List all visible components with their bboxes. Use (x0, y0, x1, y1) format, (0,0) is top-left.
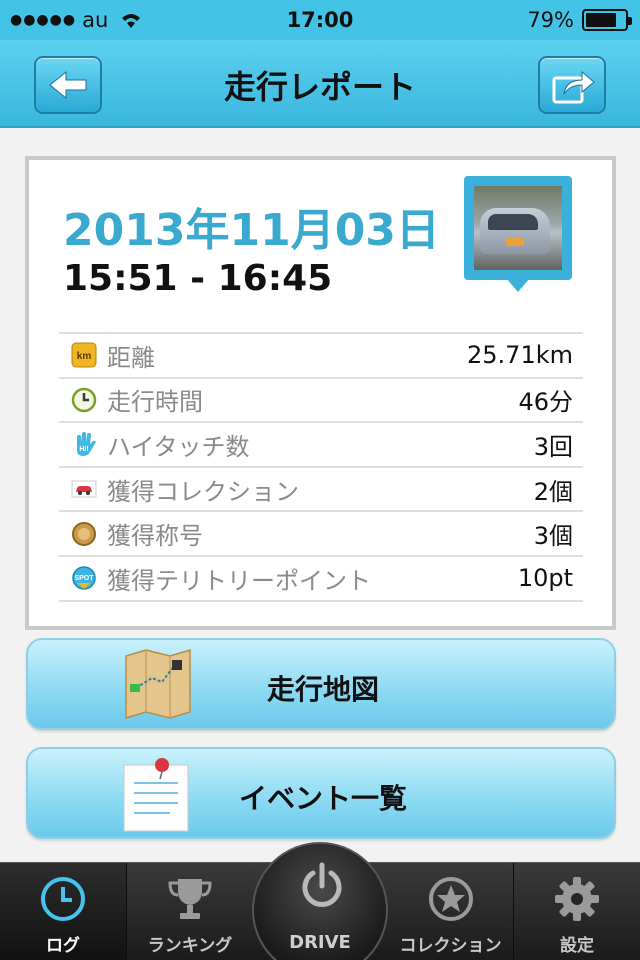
tab-settings[interactable]: 設定 (514, 863, 640, 960)
hi-hand-icon: Hi! (71, 431, 97, 457)
drive-map-button[interactable]: 走行地図 (26, 638, 616, 730)
battery-icon (582, 9, 632, 31)
stat-label: 獲得称号 (107, 522, 203, 551)
tab-ranking[interactable]: ランキング (127, 863, 253, 960)
trophy-icon (168, 879, 212, 919)
stat-label: 獲得コレクション (107, 477, 299, 506)
clock-icon (41, 877, 85, 921)
spot-icon: SPOT (71, 565, 97, 591)
star-icon (428, 877, 473, 921)
tab-log[interactable]: ログ (0, 863, 126, 960)
share-button[interactable] (538, 56, 606, 114)
tab-label: ログ (46, 936, 80, 956)
power-icon (302, 862, 342, 907)
report-time-range: 15:51 - 16:45 (63, 258, 333, 299)
tab-label: 設定 (560, 936, 594, 956)
share-arrow-icon (552, 70, 595, 104)
tab-label: コレクション (399, 936, 502, 956)
stat-high-touch: Hi! ハイタッチ数 3回 (59, 423, 583, 468)
stat-value: 25.71km (467, 341, 573, 370)
svg-text:SPOT: SPOT (74, 575, 94, 582)
stat-distance: km 距離 25.71km (59, 334, 583, 379)
drive-map-label: 走行地図 (266, 673, 379, 706)
stat-label: 獲得テリトリーポイント (107, 566, 371, 595)
stat-label: ハイタッチ数 (107, 432, 250, 461)
stat-label: 距離 (107, 343, 155, 372)
report-card: 2013年11月03日 15:51 - 16:45 km 距離 25.71km … (25, 156, 616, 630)
svg-text:km: km (77, 351, 92, 362)
stat-label: 走行時間 (107, 388, 203, 417)
gear-icon (555, 877, 599, 921)
stat-territory-points: SPOT 獲得テリトリーポイント 10pt (59, 557, 583, 602)
svg-text:Hi!: Hi! (79, 446, 88, 453)
photo-frame (464, 176, 572, 280)
car-icon (71, 476, 97, 502)
km-icon: km (71, 342, 97, 368)
stat-value: 3個 (533, 522, 573, 551)
stat-value: 10pt (517, 564, 573, 593)
vehicle-photo (474, 186, 562, 270)
stat-value: 3回 (533, 432, 573, 461)
event-list-button[interactable]: イベント一覧 (26, 747, 616, 839)
nav-bar: 走行レポート (0, 40, 640, 128)
report-date: 2013年11月03日 (63, 205, 440, 256)
tab-label: ランキング (147, 936, 233, 956)
pin-tip (506, 278, 530, 292)
tab-collection[interactable]: コレクション (388, 863, 513, 960)
battery-percent: 79% (527, 8, 574, 32)
stat-titles: 獲得称号 3個 (59, 512, 583, 557)
stats-list: km 距離 25.71km 走行時間 46分 Hi! ハイタッチ数 3回 獲得コ… (59, 332, 583, 602)
event-list-label: イベント一覧 (238, 782, 407, 815)
drive-label: DRIVE (289, 932, 351, 953)
clock-icon (71, 387, 97, 413)
vehicle-photo-pin[interactable] (464, 176, 572, 292)
stat-value: 2個 (533, 477, 573, 506)
status-bar: ●●●●● au 17:00 79% (0, 0, 640, 40)
medal-icon (71, 521, 97, 547)
stat-value: 46分 (518, 388, 573, 417)
drive-button[interactable]: DRIVE (252, 842, 388, 960)
stat-drive-time: 走行時間 46分 (59, 379, 583, 424)
stat-collection: 獲得コレクション 2個 (59, 468, 583, 513)
